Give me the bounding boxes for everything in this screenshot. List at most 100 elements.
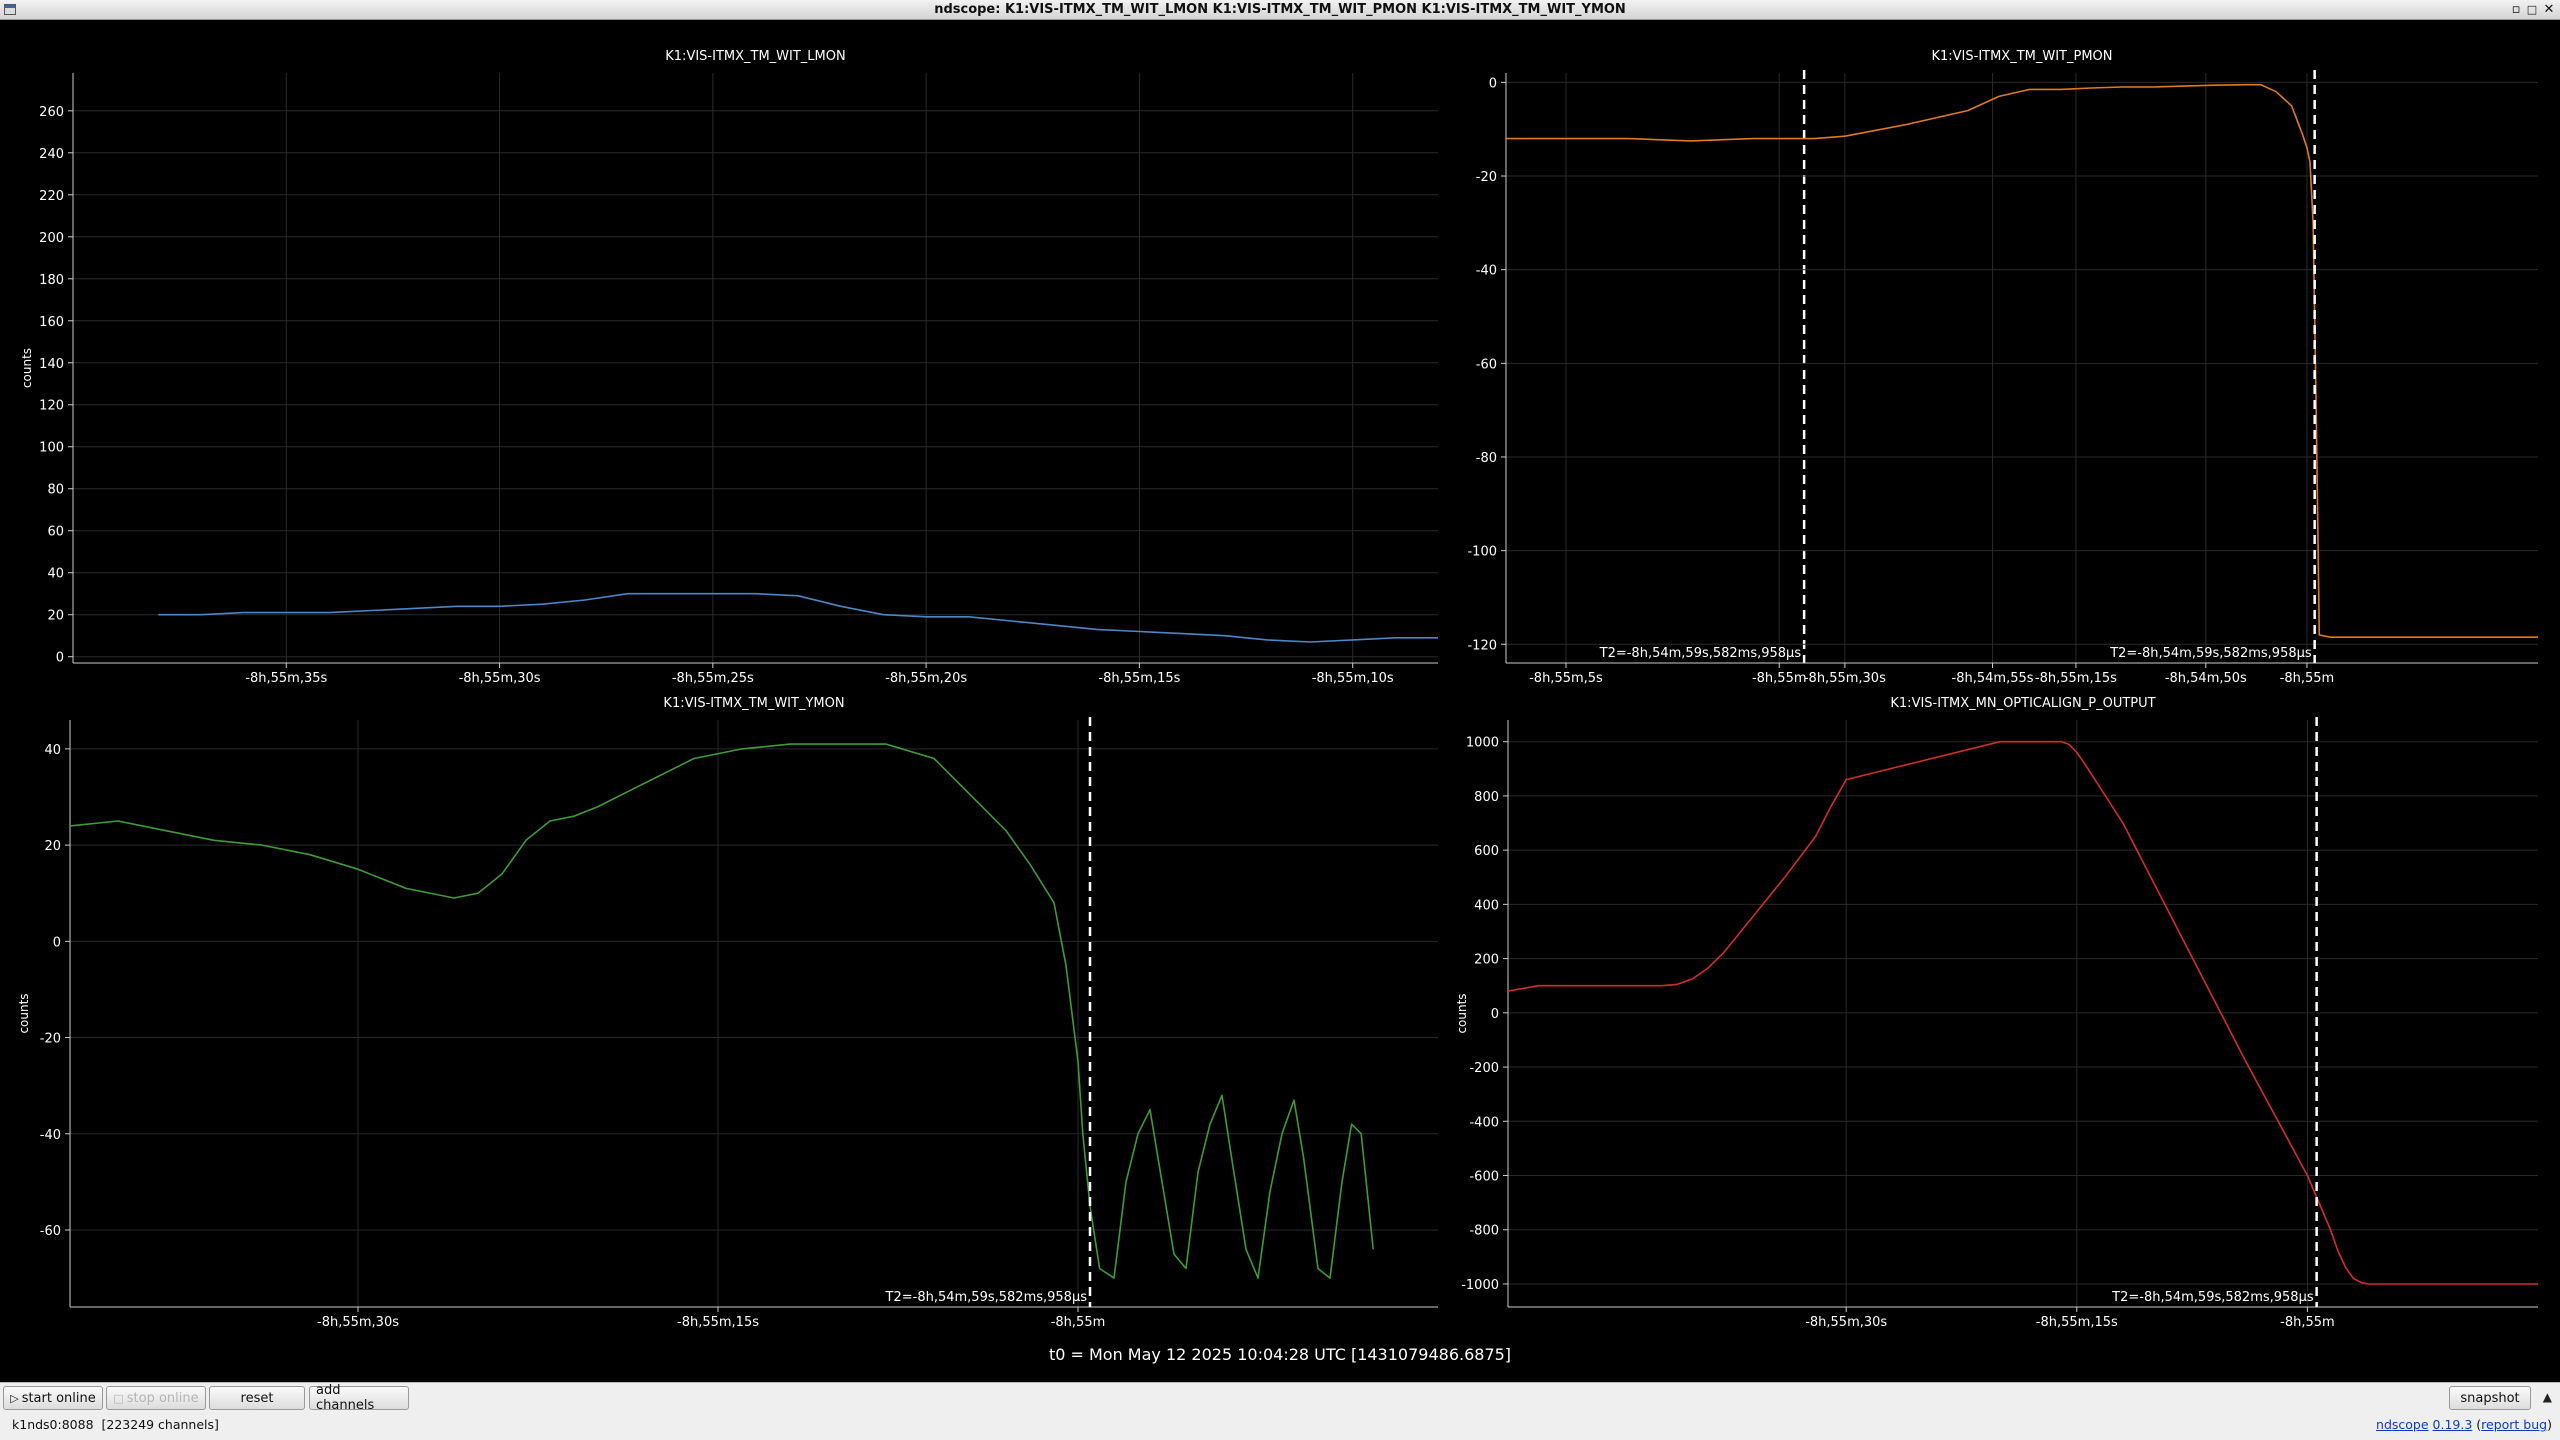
plot-panel-1[interactable]: K1:VIS-ITMX_TM_WIT_LMONcounts 0 20 40 60 80 10… bbox=[20, 49, 2304, 686]
y-tick-label: 200 bbox=[39, 231, 64, 246]
y-axis-label: counts bbox=[1455, 993, 1469, 1033]
plot-panel-3[interactable]: K1:VIS-ITMX_TM_WIT_YMONcounts 40 20 0 -20 -40… bbox=[17, 696, 1438, 1330]
reset-label: reset bbox=[240, 1390, 274, 1406]
y-tick-label: 40 bbox=[47, 567, 64, 582]
x-tick-label: -8h,55m,15s bbox=[677, 1315, 759, 1330]
server-status: k1nds0:8088 [223249 channels] bbox=[12, 1417, 219, 1432]
plot-title: K1:VIS-ITMX_TM_WIT_LMON bbox=[665, 49, 845, 64]
x-tick-label: -8h,55m,30s bbox=[1805, 1315, 1887, 1330]
y-tick-label: -120 bbox=[1467, 638, 1497, 653]
report-bug-link[interactable]: report bug bbox=[2481, 1417, 2547, 1432]
cursor-label: T2=-8h,54m,59s,582ms,958µs bbox=[2111, 1290, 2314, 1305]
plot-title: K1:VIS-ITMX_MN_OPTICALIGN_P_OUTPUT bbox=[1890, 696, 2155, 711]
y-tick-label: -20 bbox=[1476, 170, 1497, 185]
y-axis-label: counts bbox=[17, 993, 31, 1033]
y-tick-label: 40 bbox=[44, 743, 61, 758]
y-axis-label: counts bbox=[20, 348, 34, 388]
x-tick-label: -8h,55m,25s bbox=[672, 671, 754, 686]
x-tick-label: -8h,55m bbox=[2280, 1315, 2335, 1330]
close-icon[interactable]: ✕ bbox=[2541, 1, 2557, 19]
stop-icon: □ bbox=[113, 1391, 124, 1405]
y-tick-label: 180 bbox=[39, 273, 64, 288]
x-tick-label: -8h,55m bbox=[1051, 1315, 1106, 1330]
snapshot-button[interactable]: snapshot bbox=[2449, 1386, 2531, 1410]
y-tick-label: -600 bbox=[1469, 1170, 1499, 1185]
plot-area[interactable]: K1:VIS-ITMX_TM_WIT_LMONcounts 0 20 40 60 80 10… bbox=[0, 20, 2560, 1382]
y-tick-label: 120 bbox=[39, 399, 64, 414]
window-titlebar: ndscope: K1:VIS-ITMX_TM_WIT_LMON K1:VIS-… bbox=[0, 0, 2560, 20]
y-tick-label: -80 bbox=[1476, 451, 1497, 466]
x-tick-label: -8h,55m,20s bbox=[885, 671, 967, 686]
y-tick-label: 0 bbox=[1491, 1007, 1499, 1022]
start-online-button[interactable]: ▷ start online bbox=[3, 1386, 103, 1410]
cursor-label: T2=-8h,54m,59s,582ms,958µs bbox=[1599, 646, 1802, 661]
y-tick-label: 80 bbox=[47, 483, 64, 498]
x-tick-label: -8h,55m,30s bbox=[1804, 671, 1886, 686]
y-tick-label: -100 bbox=[1467, 545, 1497, 560]
y-tick-label: 220 bbox=[39, 189, 64, 204]
y-tick-label: 400 bbox=[1474, 898, 1499, 913]
y-tick-label: 260 bbox=[39, 105, 64, 120]
x-tick-label: -8h,54m,50s bbox=[2165, 671, 2247, 686]
plot-panel-2[interactable]: K1:VIS-ITMX_TM_WIT_PMON 0 -20 -40 -60 -80 -100… bbox=[1467, 49, 2538, 686]
y-tick-label: 60 bbox=[47, 525, 64, 540]
series-line bbox=[158, 592, 1438, 643]
triangle-up-icon[interactable]: ▲ bbox=[2543, 1390, 2552, 1404]
cursor-label: T2=-8h,54m,59s,582ms,958µs bbox=[885, 1290, 1088, 1305]
window-title: ndscope: K1:VIS-ITMX_TM_WIT_LMON K1:VIS-… bbox=[934, 2, 1626, 17]
x-tick-label: -8h,54m,55s bbox=[1952, 671, 2034, 686]
maximize-icon[interactable]: □ bbox=[2524, 1, 2540, 19]
y-tick-label: 0 bbox=[56, 651, 64, 666]
x-tick-label: -8h,55m,30s bbox=[317, 1315, 399, 1330]
y-tick-label: -40 bbox=[1476, 264, 1497, 279]
y-tick-label: -20 bbox=[40, 1032, 61, 1047]
version-info: ndscope 0.19.3 (report bug) bbox=[2376, 1417, 2552, 1432]
plot-panel-4[interactable]: K1:VIS-ITMX_MN_OPTICALIGN_P_OUTPUTcounts… bbox=[1455, 696, 2538, 1330]
y-tick-label: -40 bbox=[40, 1128, 61, 1143]
cursor-label: T2=-8h,54m,59s,582ms,958µs bbox=[2109, 646, 2312, 661]
series-line bbox=[70, 743, 1374, 1279]
stop-online-label: stop online bbox=[126, 1390, 199, 1406]
y-tick-label: 20 bbox=[44, 839, 61, 854]
y-tick-label: 100 bbox=[39, 441, 64, 456]
x-tick-label: -8h,55m,15s bbox=[2036, 1315, 2118, 1330]
x-tick-label: -8h,55m,35s bbox=[245, 671, 327, 686]
y-tick-label: 0 bbox=[1489, 76, 1497, 91]
reset-button[interactable]: reset bbox=[209, 1386, 305, 1410]
app-name[interactable]: ndscope bbox=[2376, 1417, 2429, 1432]
plot-canvas[interactable]: K1:VIS-ITMX_TM_WIT_LMONcounts 0 20 40 60 80 10… bbox=[0, 20, 2560, 1382]
y-tick-label: -60 bbox=[1476, 357, 1497, 372]
y-tick-label: 240 bbox=[39, 147, 64, 162]
y-tick-label: 140 bbox=[39, 357, 64, 372]
add-channels-label: add channels bbox=[316, 1383, 375, 1413]
bottom-toolbar: ▷ start online □ stop online reset add c… bbox=[0, 1382, 2560, 1440]
y-tick-label: 0 bbox=[53, 935, 61, 950]
series-line bbox=[1506, 83, 2538, 639]
y-tick-label: -1000 bbox=[1461, 1278, 1499, 1293]
x-tick-label: -8h,55m,5s bbox=[1529, 671, 1603, 686]
y-tick-label: 600 bbox=[1474, 844, 1499, 859]
snapshot-label: snapshot bbox=[2460, 1390, 2520, 1406]
x-tick-label: -8h,55m bbox=[1752, 671, 1807, 686]
y-tick-label: 800 bbox=[1474, 790, 1499, 805]
y-tick-label: -800 bbox=[1469, 1224, 1499, 1239]
y-tick-label: -60 bbox=[40, 1224, 61, 1239]
y-tick-label: 20 bbox=[47, 609, 64, 624]
y-tick-label: 160 bbox=[39, 315, 64, 330]
y-tick-label: -400 bbox=[1469, 1115, 1499, 1130]
version-link[interactable]: 0.19.3 bbox=[2433, 1417, 2473, 1432]
minimize-icon[interactable]: ▫ bbox=[2508, 1, 2524, 19]
add-channels-button[interactable]: add channels bbox=[309, 1383, 409, 1413]
x-tick-label: -8h,55m,10s bbox=[1312, 671, 1394, 686]
start-online-label: start online bbox=[21, 1390, 96, 1406]
y-tick-label: -200 bbox=[1469, 1061, 1499, 1076]
x-tick-label: -8h,55m,30s bbox=[459, 671, 541, 686]
y-tick-label: 200 bbox=[1474, 953, 1499, 968]
x-tick-label: -8h,55m bbox=[2280, 671, 2335, 686]
t0-label: t0 = Mon May 12 2025 10:04:28 UTC [14310… bbox=[1048, 1345, 1512, 1364]
plot-title: K1:VIS-ITMX_TM_WIT_YMON bbox=[663, 696, 844, 711]
plot-title: K1:VIS-ITMX_TM_WIT_PMON bbox=[1931, 49, 2112, 64]
y-tick-label: 1000 bbox=[1466, 736, 1499, 751]
stop-online-button: □ stop online bbox=[106, 1386, 206, 1410]
x-tick-label: -8h,55m,15s bbox=[1098, 671, 1180, 686]
